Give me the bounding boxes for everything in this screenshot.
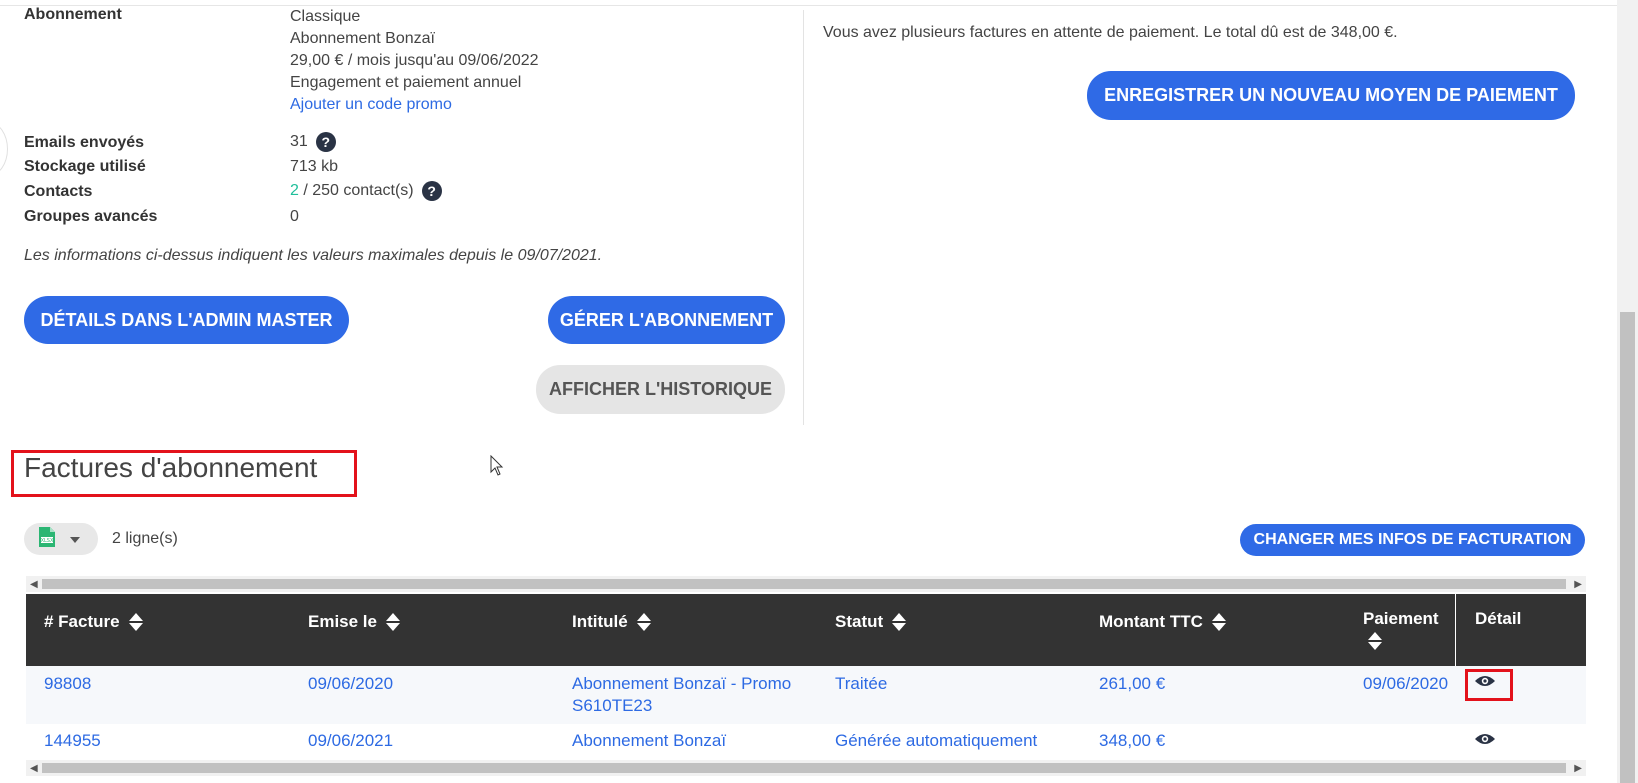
top-border bbox=[0, 5, 1620, 6]
admin-master-details-button[interactable]: DÉTAILS DANS L'ADMIN MASTER bbox=[24, 296, 349, 344]
title-highlight-box bbox=[11, 450, 357, 497]
new-payment-method-button[interactable]: ENREGISTRER UN NOUVEAU MOYEN DE PAIEMENT bbox=[1087, 71, 1575, 120]
help-icon[interactable]: ? bbox=[315, 132, 336, 152]
scroll-thumb[interactable] bbox=[42, 763, 1566, 773]
invoice-number-link[interactable]: 144955 bbox=[44, 730, 101, 752]
col-status-label: Statut bbox=[835, 612, 884, 631]
emails-label: Emails envoyés bbox=[24, 134, 145, 151]
sort-icon[interactable] bbox=[128, 612, 144, 632]
detail-highlight-box bbox=[1465, 669, 1513, 701]
help-icon[interactable]: ? bbox=[421, 181, 442, 201]
eye-icon[interactable] bbox=[1474, 732, 1496, 751]
invoice-payment-date[interactable]: 09/06/2020 bbox=[1363, 673, 1448, 695]
col-issue-date-label: Emise le bbox=[308, 612, 377, 631]
subscription-price: 29,00 € / mois jusqu'au 09/06/2022 bbox=[290, 52, 539, 69]
svg-text:XLSX: XLSX bbox=[41, 538, 54, 544]
max-values-note: Les informations ci-dessus indiquent les… bbox=[24, 247, 603, 264]
subscription-name: Abonnement Bonzaï bbox=[290, 30, 435, 47]
invoice-status[interactable]: Générée automatiquement bbox=[835, 730, 1037, 752]
column-divider bbox=[803, 10, 804, 425]
storage-value: 713 kb bbox=[290, 158, 339, 175]
groups-value: 0 bbox=[290, 208, 299, 225]
col-detail-label: Détail bbox=[1475, 609, 1522, 628]
sort-icon[interactable] bbox=[891, 612, 907, 632]
sort-icon[interactable] bbox=[1367, 631, 1383, 651]
scroll-right-arrow[interactable]: ▶ bbox=[1574, 579, 1582, 590]
invoice-number-link[interactable]: 98808 bbox=[44, 673, 91, 695]
invoice-date[interactable]: 09/06/2021 bbox=[308, 730, 393, 752]
scroll-thumb[interactable] bbox=[42, 579, 1566, 589]
page-scroll-thumb[interactable] bbox=[1620, 312, 1635, 783]
add-promo-code-link[interactable]: Ajouter un code promo bbox=[290, 94, 539, 116]
emails-value-wrap: 31? bbox=[290, 132, 336, 152]
change-billing-info-button[interactable]: CHANGER MES INFOS DE FACTURATION bbox=[1240, 524, 1585, 556]
scroll-left-arrow[interactable]: ◀ bbox=[30, 579, 38, 590]
invoice-title[interactable]: Abonnement Bonzaï bbox=[572, 730, 726, 752]
scroll-right-arrow[interactable]: ▶ bbox=[1574, 763, 1582, 774]
caret-down-icon bbox=[70, 530, 80, 548]
manage-subscription-button[interactable]: GÉRER L'ABONNEMENT bbox=[548, 296, 785, 344]
sort-icon[interactable] bbox=[636, 612, 652, 632]
sort-icon[interactable] bbox=[1211, 612, 1227, 632]
emails-value: 31 bbox=[290, 133, 308, 151]
col-payment[interactable]: Paiement bbox=[1363, 609, 1439, 651]
col-detail: Détail bbox=[1475, 609, 1521, 629]
col-status[interactable]: Statut bbox=[835, 612, 907, 632]
groups-label: Groupes avancés bbox=[24, 208, 158, 225]
col-payment-label: Paiement bbox=[1363, 609, 1439, 628]
subscription-plan: Classique bbox=[290, 8, 361, 25]
col-amount-label: Montant TTC bbox=[1099, 612, 1203, 631]
row-count: 2 ligne(s) bbox=[112, 530, 178, 547]
show-history-button[interactable]: AFFICHER L'HISTORIQUE bbox=[536, 365, 785, 414]
payment-pending-notice: Vous avez plusieurs factures en attente … bbox=[823, 24, 1398, 41]
storage-label: Stockage utilisé bbox=[24, 158, 146, 175]
table-scrollbar-top[interactable]: ◀ ▶ bbox=[26, 576, 1586, 592]
invoice-date[interactable]: 09/06/2020 bbox=[308, 673, 393, 695]
subscription-details: Classique Abonnement Bonzaï 29,00 € / mo… bbox=[290, 6, 539, 116]
scroll-left-arrow[interactable]: ◀ bbox=[30, 763, 38, 774]
page-scrollbar[interactable] bbox=[1617, 0, 1638, 783]
mouse-cursor-icon bbox=[490, 454, 504, 482]
table-scrollbar-bottom[interactable]: ◀ ▶ bbox=[26, 760, 1586, 776]
contacts-count: 2 bbox=[290, 182, 299, 200]
col-invoice-number[interactable]: # Facture bbox=[44, 612, 144, 632]
export-xlsx-button[interactable]: XLSX bbox=[24, 523, 98, 555]
subscription-commitment: Engagement et paiement annuel bbox=[290, 74, 522, 91]
contacts-label: Contacts bbox=[24, 183, 93, 200]
contacts-limit: / 250 contact(s) bbox=[298, 182, 414, 200]
side-toggle[interactable] bbox=[0, 122, 8, 176]
invoice-status[interactable]: Traitée bbox=[835, 673, 887, 695]
col-title[interactable]: Intitulé bbox=[572, 612, 652, 632]
contacts-value-wrap: 2 / 250 contact(s)? bbox=[290, 181, 442, 201]
col-issue-date[interactable]: Emise le bbox=[308, 612, 401, 632]
col-title-label: Intitulé bbox=[572, 612, 628, 631]
col-invoice-number-label: # Facture bbox=[44, 612, 120, 631]
xlsx-file-icon: XLSX bbox=[38, 526, 56, 553]
invoice-amount[interactable]: 348,00 € bbox=[1099, 730, 1165, 752]
subscription-label: Abonnement bbox=[24, 6, 122, 23]
invoice-title[interactable]: Abonnement Bonzaï - Promo S610TE23 bbox=[572, 673, 812, 717]
invoice-table-header bbox=[26, 594, 1586, 666]
col-amount[interactable]: Montant TTC bbox=[1099, 612, 1227, 632]
invoice-amount[interactable]: 261,00 € bbox=[1099, 673, 1165, 695]
sort-icon[interactable] bbox=[385, 612, 401, 632]
